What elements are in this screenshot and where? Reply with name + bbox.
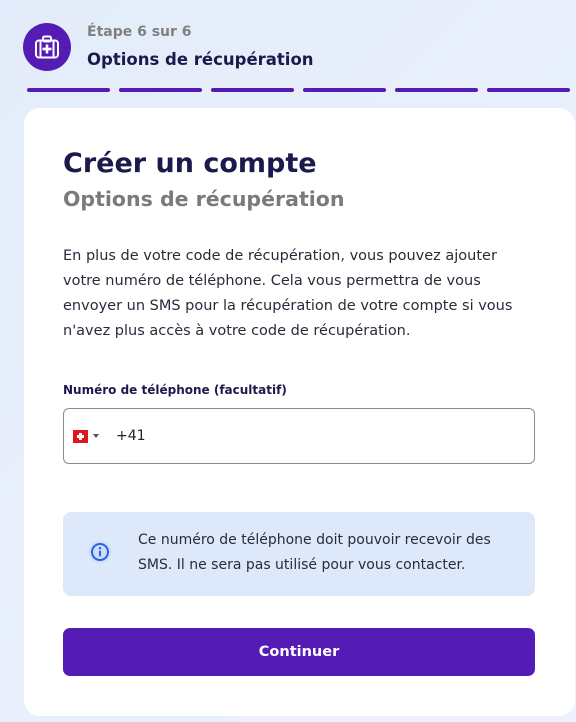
phone-field bbox=[63, 408, 535, 464]
phone-label: Numéro de téléphone (facultatif) bbox=[63, 383, 287, 397]
info-notice: Ce numéro de téléphone doit pouvoir rece… bbox=[63, 512, 535, 596]
progress-segment bbox=[487, 88, 570, 92]
intro-text: En plus de votre code de récupération, v… bbox=[63, 248, 513, 339]
step-count: Étape 6 sur 6 bbox=[87, 24, 192, 40]
progress-segment bbox=[211, 88, 294, 92]
country-selector[interactable] bbox=[73, 429, 99, 443]
phone-input[interactable] bbox=[116, 428, 496, 444]
continue-button[interactable]: Continuer bbox=[63, 628, 535, 676]
swiss-flag-icon bbox=[73, 429, 88, 443]
signup-card: Créer un compte Options de récupération … bbox=[24, 108, 575, 716]
progress-segment bbox=[303, 88, 386, 92]
page-title: Créer un compte bbox=[63, 148, 317, 179]
progress-segment bbox=[395, 88, 478, 92]
page-subtitle: Options de récupération bbox=[63, 187, 345, 211]
info-icon bbox=[89, 541, 111, 563]
step-header: Étape 6 sur 6 Options de récupération bbox=[0, 0, 576, 100]
medical-kit-icon bbox=[23, 23, 71, 71]
info-text: Ce numéro de téléphone doit pouvoir rece… bbox=[138, 532, 491, 573]
chevron-down-icon bbox=[93, 434, 99, 438]
step-title: Options de récupération bbox=[87, 50, 314, 69]
progress-bar bbox=[27, 88, 570, 92]
progress-segment bbox=[119, 88, 202, 92]
progress-segment bbox=[27, 88, 110, 92]
